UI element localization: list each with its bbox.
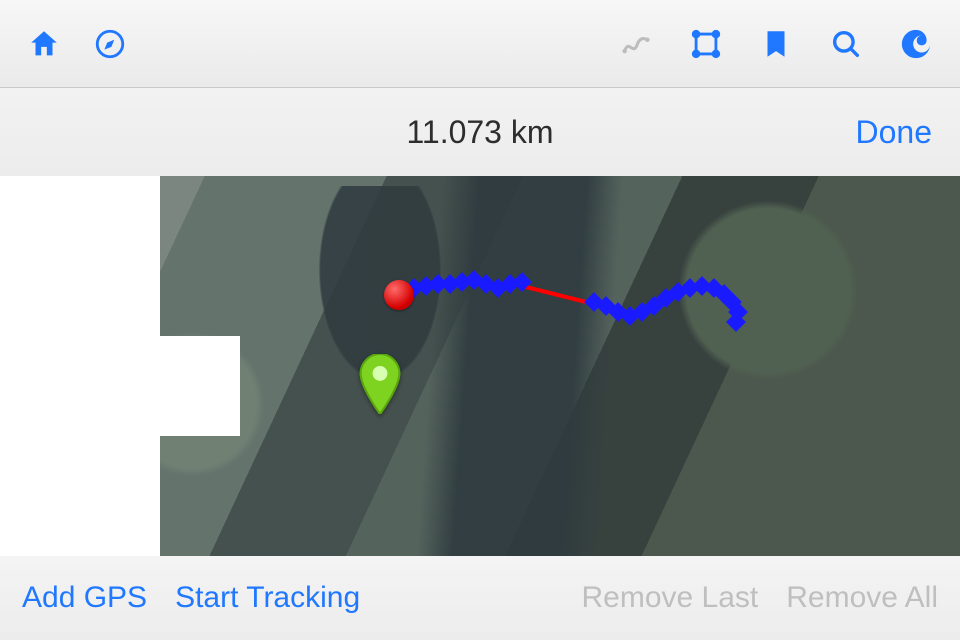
start-tracking-button[interactable]: Start Tracking [175,581,360,615]
add-gps-button[interactable]: Add GPS [22,581,147,615]
done-button[interactable]: Done [856,114,933,151]
bookmark-icon[interactable] [756,24,796,64]
distance-value: 11.073 km [406,114,553,151]
bottom-action-bar: Add GPS Start Tracking Remove Last Remov… [0,556,960,640]
path-icon[interactable] [616,24,656,64]
current-point-marker[interactable] [384,280,414,310]
track-overlay [0,176,960,556]
home-icon[interactable] [24,24,64,64]
remove-all-button: Remove All [786,581,938,615]
measure-icon[interactable] [686,24,726,64]
toolbar-left-group [24,24,130,64]
location-pin[interactable] [358,354,402,414]
top-toolbar [0,0,960,88]
distance-bar: 11.073 km Done [0,88,960,176]
search-icon[interactable] [826,24,866,64]
spiral-icon[interactable] [896,24,936,64]
compass-icon[interactable] [90,24,130,64]
toolbar-right-group [616,24,936,64]
map-canvas[interactable] [0,176,960,556]
remove-last-button: Remove Last [582,581,759,615]
